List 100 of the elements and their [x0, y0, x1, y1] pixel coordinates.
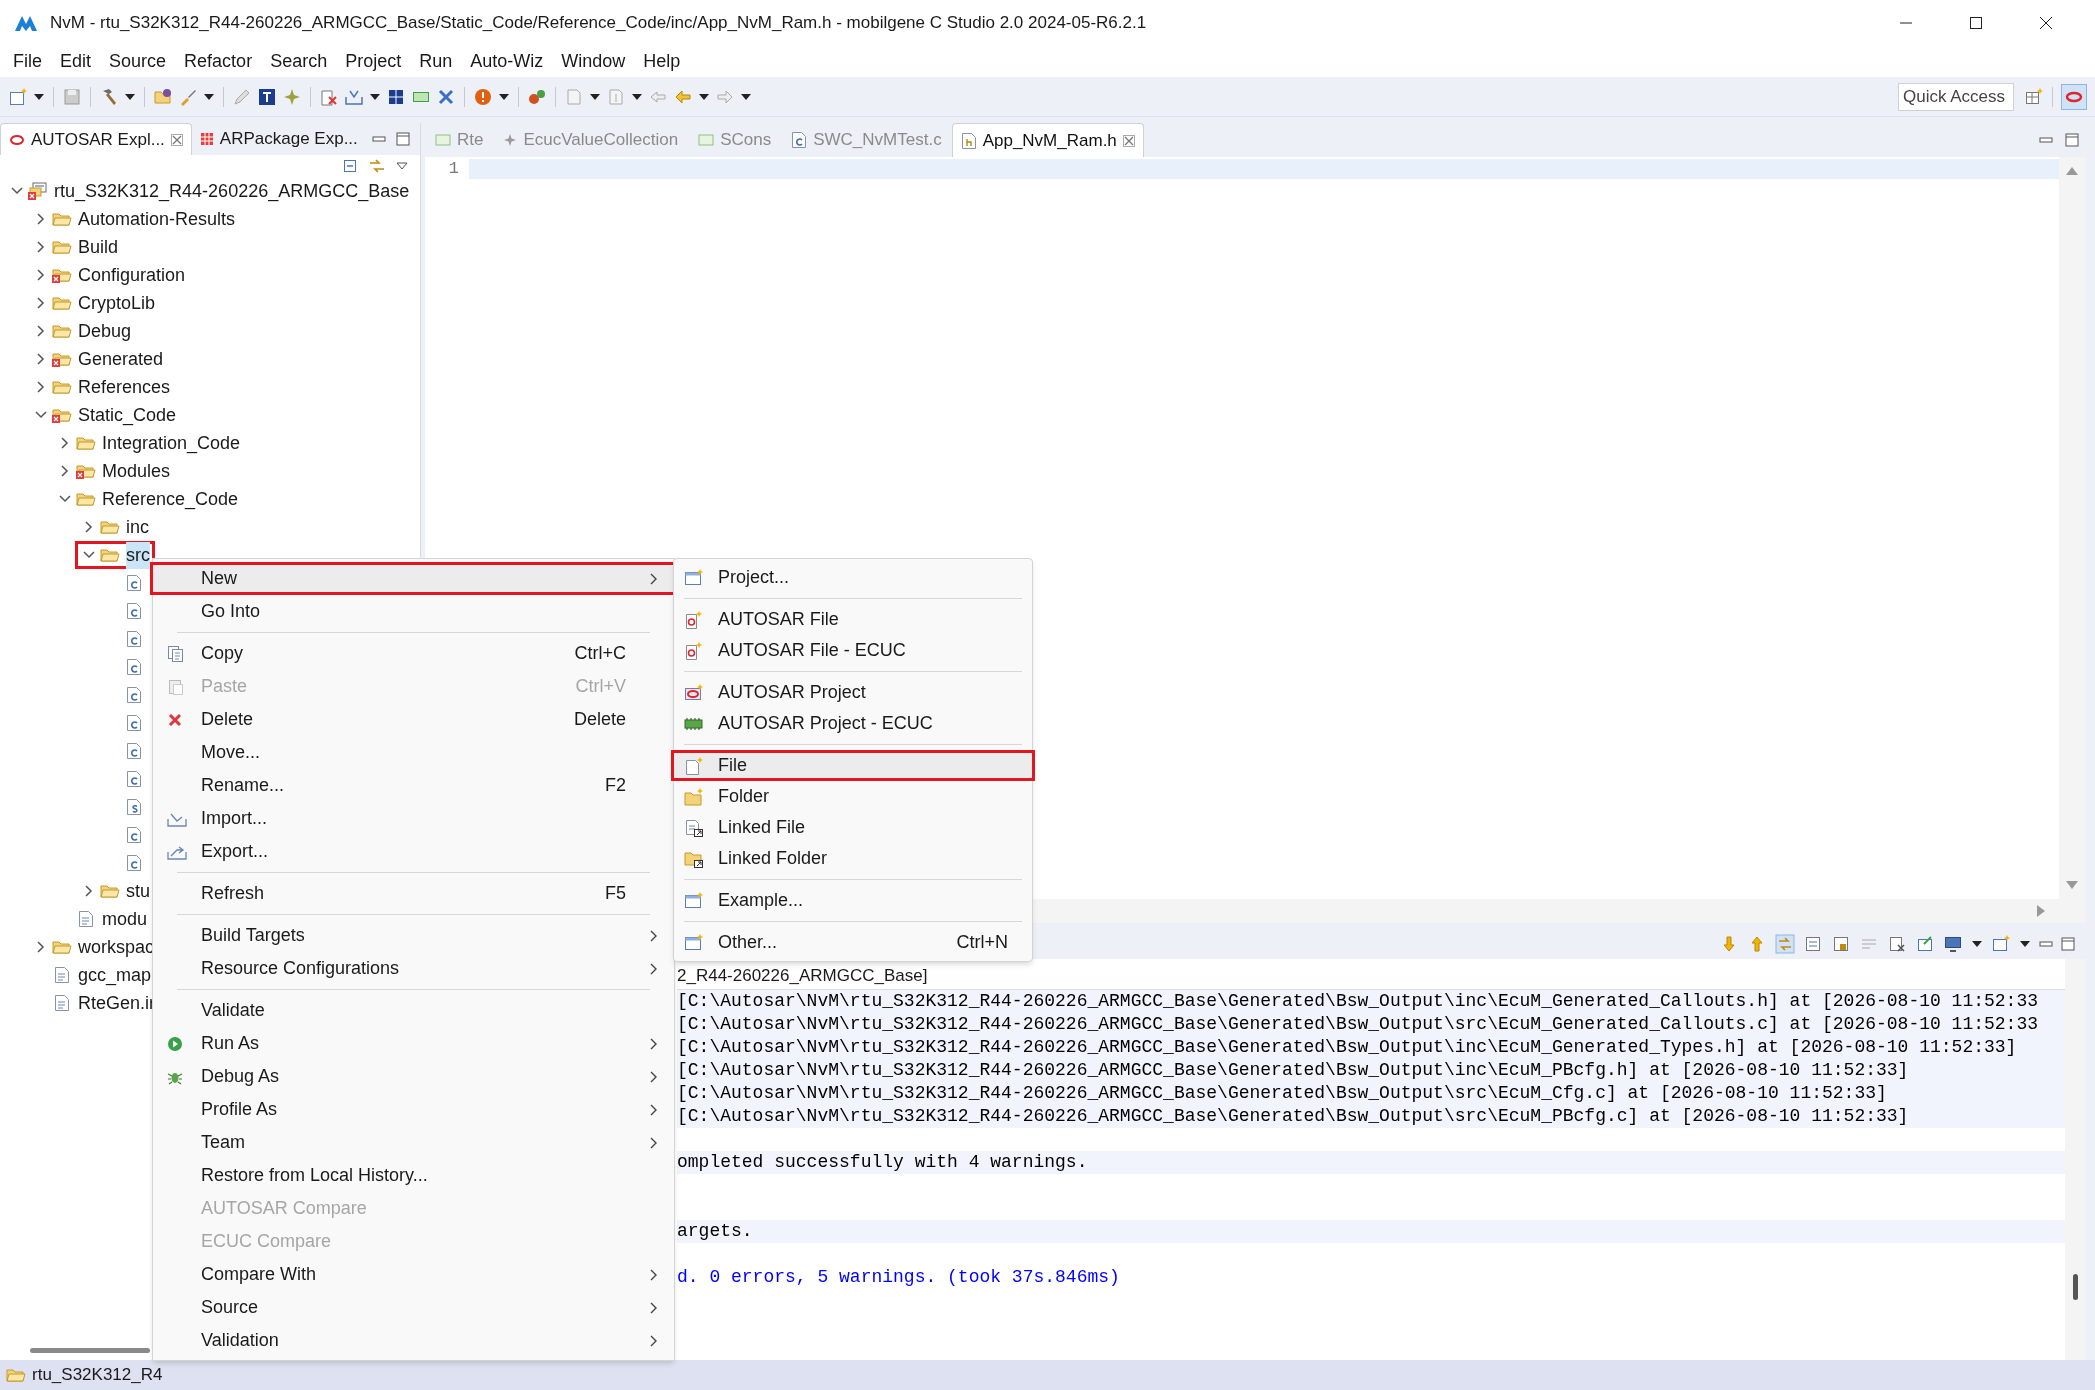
- tree-item[interactable]: modu: [102, 905, 148, 933]
- scrollbar-thumb[interactable]: [2072, 1274, 2078, 1300]
- open-folder-icon[interactable]: [153, 86, 173, 107]
- tree-item[interactable]: src: [126, 541, 150, 569]
- tree-item[interactable]: Reference_Code: [102, 485, 239, 513]
- menu-item[interactable]: Build Targets: [153, 919, 674, 952]
- minimize-icon[interactable]: [2039, 135, 2053, 145]
- chevron-right-icon[interactable]: [36, 941, 46, 953]
- scrollbar-thumb[interactable]: [30, 1347, 150, 1353]
- chevron-right-icon[interactable]: [84, 521, 94, 533]
- tree-item[interactable]: workspac: [78, 933, 155, 961]
- menu-item[interactable]: Restore from Local History...: [153, 1159, 674, 1192]
- menu-item[interactable]: Example...: [674, 885, 1032, 916]
- menu-item[interactable]: AUTOSAR Project - ECUC: [674, 708, 1032, 739]
- collapse-all-icon[interactable]: [342, 158, 358, 174]
- menu-item[interactable]: Move...: [153, 736, 674, 769]
- menu-item[interactable]: AUTOSAR Project: [674, 677, 1032, 708]
- menu-item[interactable]: Search: [263, 47, 335, 75]
- tree-item[interactable]: Automation-Results: [78, 205, 236, 233]
- tree-item[interactable]: RteGen.ir: [78, 989, 156, 1017]
- chevron-down-icon[interactable]: [11, 186, 23, 196]
- text-tool-icon[interactable]: [257, 86, 277, 107]
- chevron-right-icon[interactable]: [36, 381, 46, 393]
- view-menu-icon[interactable]: [396, 162, 408, 170]
- scroll-down-icon[interactable]: [2066, 881, 2078, 889]
- tree-item[interactable]: CryptoLib: [78, 289, 156, 317]
- tree-item[interactable]: Integration_Code: [102, 429, 241, 457]
- caret-icon[interactable]: [1971, 940, 1983, 948]
- menu-item[interactable]: Source: [102, 47, 174, 75]
- menu-item[interactable]: Linked File: [674, 812, 1032, 843]
- menu-item[interactable]: Validate: [153, 994, 674, 1027]
- quick-access-field[interactable]: Quick Access: [1898, 82, 2014, 111]
- tree-item[interactable]: Debug: [78, 317, 132, 345]
- caret-icon[interactable]: [203, 92, 215, 101]
- menu-item[interactable]: Rename... F2: [153, 769, 674, 802]
- scroll-up-icon[interactable]: [2066, 167, 2078, 175]
- tree-item[interactable]: References: [78, 373, 171, 401]
- menu-item[interactable]: Project: [338, 47, 409, 75]
- menu-item[interactable]: Linked Folder: [674, 843, 1032, 874]
- remove-icon[interactable]: [1887, 934, 1907, 954]
- menu-item[interactable]: Resource Configurations: [153, 952, 674, 985]
- tree-item[interactable]: Configuration: [78, 261, 186, 289]
- menu-item[interactable]: File: [671, 750, 1035, 781]
- menu-item[interactable]: Profile As: [153, 1093, 674, 1126]
- chevron-right-icon[interactable]: [36, 325, 46, 337]
- menu-item[interactable]: Run As: [153, 1027, 674, 1060]
- menu-item[interactable]: Refresh F5: [153, 877, 674, 910]
- chevron-right-icon[interactable]: [84, 885, 94, 897]
- menu-item[interactable]: Help: [636, 47, 688, 75]
- caret-icon[interactable]: [33, 92, 45, 101]
- menu-item[interactable]: Delete Delete: [153, 703, 674, 736]
- chevron-right-icon[interactable]: [60, 465, 70, 477]
- tree-item[interactable]: stu: [126, 877, 150, 905]
- scroll-right-icon[interactable]: [2037, 905, 2045, 917]
- menu-item[interactable]: Source: [153, 1291, 674, 1324]
- tree-item[interactable]: gcc_map: [78, 961, 152, 989]
- editor-tab[interactable]: App_NvM_Ram.h: [951, 123, 1144, 157]
- new-icon[interactable]: [8, 86, 28, 107]
- panel-tab[interactable]: AUTOSAR Expl...: [0, 123, 192, 155]
- vertical-scrollbar[interactable]: [2065, 959, 2085, 1360]
- menu-item[interactable]: Folder: [674, 781, 1032, 812]
- caret-icon[interactable]: [589, 92, 601, 101]
- chevron-down-icon[interactable]: [83, 550, 95, 560]
- menu-item[interactable]: Compare With: [153, 1258, 674, 1291]
- chevron-right-icon[interactable]: [36, 353, 46, 365]
- menu-item[interactable]: AUTOSAR File: [674, 604, 1032, 635]
- chevron-right-icon[interactable]: [36, 213, 46, 225]
- chevron-right-icon[interactable]: [36, 269, 46, 281]
- maximize-icon[interactable]: [1968, 14, 1984, 31]
- caret-icon[interactable]: [369, 92, 381, 101]
- menu-item[interactable]: File: [6, 47, 49, 75]
- warning-icon[interactable]: [473, 86, 493, 107]
- minimize-icon[interactable]: [372, 134, 386, 144]
- display-icon[interactable]: [1943, 934, 1963, 954]
- caret-icon[interactable]: [698, 92, 710, 101]
- tree-item[interactable]: Modules: [102, 457, 171, 485]
- caret-icon[interactable]: [124, 92, 136, 101]
- tree-item[interactable]: Build: [78, 233, 119, 261]
- menu-item[interactable]: Run: [412, 47, 460, 75]
- close-icon[interactable]: [2038, 14, 2054, 31]
- chevron-down-icon[interactable]: [35, 410, 47, 420]
- new-console-icon[interactable]: [1991, 934, 2011, 954]
- chevron-right-icon[interactable]: [36, 241, 46, 253]
- open-perspective-icon[interactable]: [2024, 86, 2044, 107]
- menu-item[interactable]: Copy Ctrl+C: [153, 637, 674, 670]
- menu-item[interactable]: AUTOSAR File - ECUC: [674, 635, 1032, 666]
- menu-item[interactable]: Refactor: [177, 47, 260, 75]
- tree-item[interactable]: Static_Code: [78, 401, 177, 429]
- menu-item[interactable]: Team: [153, 1126, 674, 1159]
- link-editor-icon[interactable]: [368, 158, 386, 174]
- tree-item[interactable]: inc: [126, 513, 149, 541]
- menu-item[interactable]: Import...: [153, 802, 674, 835]
- clear-icon[interactable]: [1803, 934, 1823, 954]
- menu-item[interactable]: Project...: [674, 562, 1032, 593]
- minimize-icon[interactable]: [2039, 939, 2053, 949]
- tree-item[interactable]: Generated: [78, 345, 164, 373]
- caret-icon[interactable]: [2019, 940, 2031, 948]
- chevron-right-icon[interactable]: [60, 437, 70, 449]
- menu-item[interactable]: Debug As: [153, 1060, 674, 1093]
- panel-tab[interactable]: ARPackage Exp...: [191, 123, 366, 155]
